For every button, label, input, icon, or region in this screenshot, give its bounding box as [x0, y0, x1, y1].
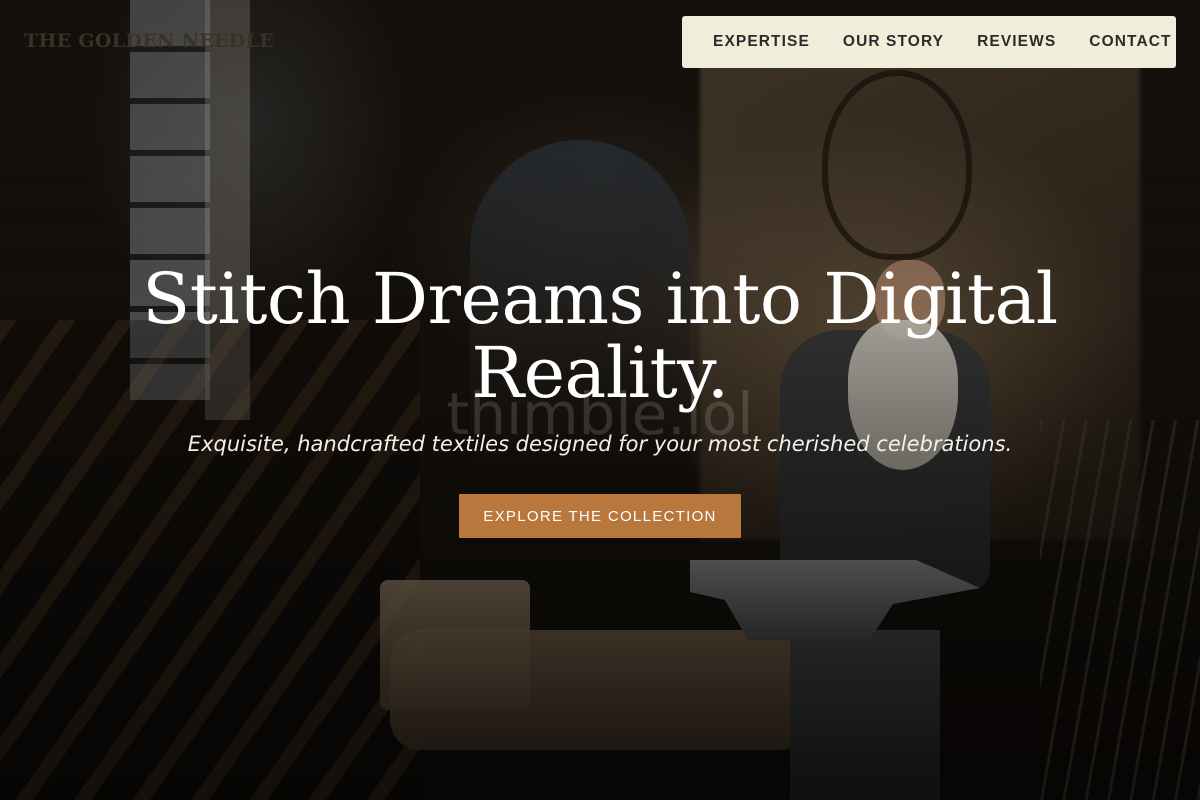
nav-link-reviews[interactable]: REVIEWS — [977, 33, 1056, 51]
hero-headline-line-1: Stitch Dreams into Digital — [142, 258, 1058, 340]
main-navigation: EXPERTISE OUR STORY REVIEWS CONTACT — [682, 16, 1176, 68]
nav-link-expertise[interactable]: EXPERTISE — [713, 33, 810, 51]
explore-collection-button[interactable]: EXPLORE THE COLLECTION — [459, 494, 741, 538]
hero-headline: Stitch Dreams into Digital Reality. — [100, 262, 1100, 410]
hero-subtitle: Exquisite, handcrafted textiles designed… — [187, 432, 1013, 456]
hero-headline-line-2: Reality. — [471, 332, 729, 414]
nav-link-our-story[interactable]: OUR STORY — [843, 33, 944, 51]
brand-logo[interactable]: THE GOLDEN NEEDLE — [24, 30, 274, 52]
nav-link-contact[interactable]: CONTACT — [1089, 33, 1171, 51]
